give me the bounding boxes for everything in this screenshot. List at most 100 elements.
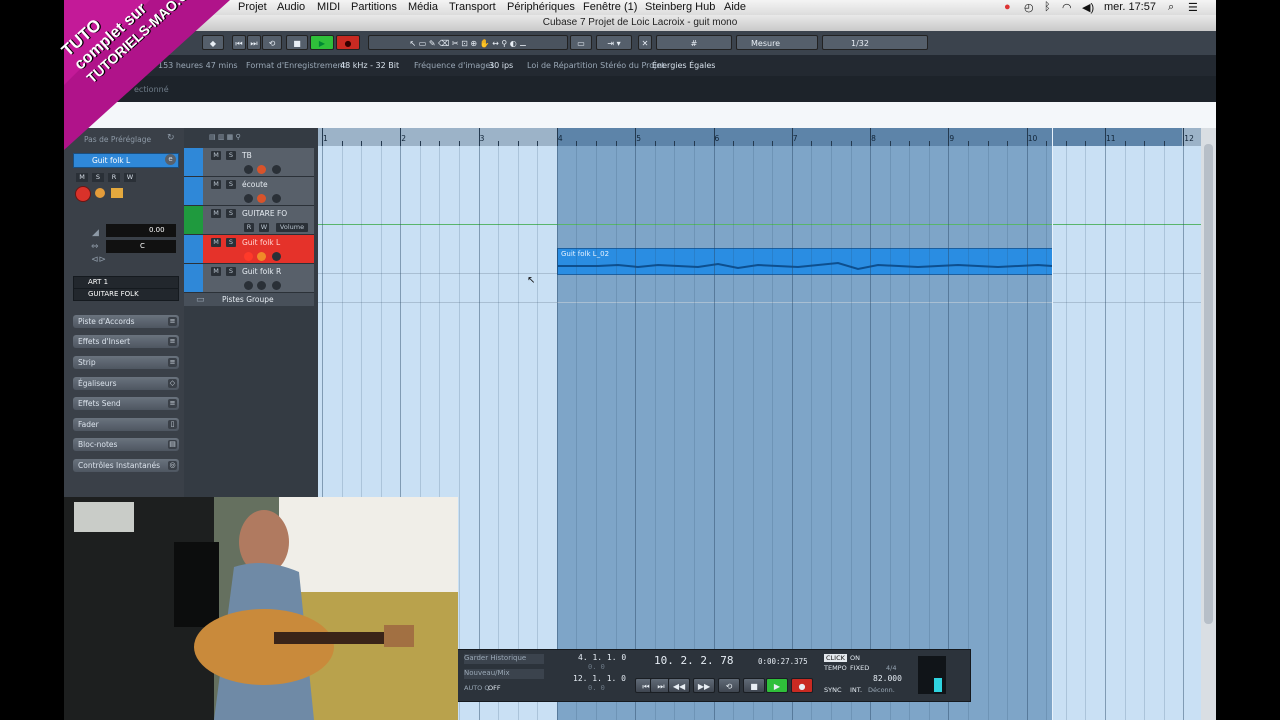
track-name[interactable]: TB [242, 151, 252, 160]
track-row[interactable]: M S TB [184, 148, 314, 177]
volume-fader[interactable] [106, 224, 176, 237]
play-button[interactable]: ▶ [310, 35, 334, 50]
edit-button[interactable] [272, 252, 281, 261]
write-button[interactable]: W [259, 223, 269, 232]
group-tracks-folder[interactable]: ▭ Pistes Groupe [184, 293, 314, 306]
read-button[interactable]: R [108, 173, 120, 182]
stop-button[interactable]: ■ [743, 678, 765, 693]
monitor-button[interactable] [257, 165, 266, 174]
record-enable-button[interactable] [244, 281, 253, 290]
fast-forward-button[interactable]: ▶▶ [693, 678, 715, 693]
solo-button[interactable]: S [226, 151, 236, 160]
record-enable-button[interactable] [75, 186, 91, 202]
track-row[interactable]: M S Guit folk R [184, 264, 314, 293]
clock[interactable]: mer. 17:57 [1104, 1, 1156, 13]
grid-button[interactable]: # [656, 35, 732, 50]
snap-button[interactable]: ✕ [638, 35, 652, 50]
mute-button[interactable]: M [211, 267, 221, 276]
track-row[interactable]: M S écoute [184, 177, 314, 206]
tool-palette[interactable]: ↖ ▭ ✎ ⌫ ✂ ⊡ ⊕ ✋ ↔ ⚲ ◐ ⚊ [368, 35, 568, 50]
scroll-thumb[interactable] [1204, 144, 1213, 624]
track-name[interactable]: GUITARE FO [242, 209, 287, 218]
overview-line[interactable] [64, 102, 1216, 129]
menu-midi[interactable]: MIDI [317, 1, 340, 13]
record-enable-button[interactable] [244, 194, 253, 203]
section-quick-controls[interactable]: Contrôles Instantanés ◎ [73, 459, 179, 472]
tempo-value[interactable]: 82.000 [873, 674, 902, 683]
menu-audio[interactable]: Audio [277, 1, 305, 13]
sync-mode[interactable]: INT. [850, 686, 862, 694]
record-button[interactable]: ● [336, 35, 360, 50]
solo-button[interactable]: S [92, 173, 104, 182]
edit-channel-icon[interactable]: e [165, 154, 176, 165]
timemachine-icon[interactable]: ◴ [1024, 1, 1034, 14]
vertical-scrollbar[interactable] [1201, 128, 1216, 720]
solo-button[interactable]: S [226, 180, 236, 189]
track-name[interactable]: Guit folk R [242, 267, 281, 276]
tempo-mode[interactable]: FIXED [850, 664, 869, 672]
menu-peripheriques[interactable]: Périphériques [507, 1, 575, 13]
lock-icon[interactable] [111, 188, 123, 198]
mute-button[interactable]: M [211, 238, 221, 247]
edit-button[interactable] [272, 281, 281, 290]
fps-value[interactable]: 30 ips [489, 61, 513, 70]
menu-partitions[interactable]: Partitions [351, 1, 397, 13]
edit-button[interactable] [272, 165, 281, 174]
sync-label[interactable]: SYNC [824, 686, 842, 694]
left-locator[interactable]: 4. 1. 1. 0 [578, 653, 626, 662]
section-insert-effects[interactable]: Effets d'Insert ≡ [73, 335, 179, 348]
snap-type-select[interactable]: Mesure [736, 35, 818, 50]
mute-button[interactable]: M [76, 173, 88, 182]
track-name[interactable]: écoute [242, 180, 268, 189]
menu-aide[interactable]: Aide [724, 1, 746, 13]
automation-line[interactable] [318, 224, 1201, 225]
edit-button[interactable] [272, 194, 281, 203]
monitor-button[interactable] [257, 252, 266, 261]
click-value[interactable]: ON [850, 654, 860, 662]
mute-button[interactable]: M [211, 209, 221, 218]
notification-center-icon[interactable]: ☰ [1188, 1, 1198, 14]
section-fader[interactable]: Fader ▯ [73, 418, 179, 431]
cycle-button[interactable]: ⟲ [262, 35, 282, 50]
goto-end-button[interactable]: ⏭ [247, 35, 261, 50]
time-signature[interactable]: 4/4 [886, 664, 896, 672]
goto-start-button[interactable]: ⏮ [232, 35, 246, 50]
menu-fenetre[interactable]: Fenêtre (1) [583, 1, 637, 13]
pan-law-value[interactable]: Énergies Égales [652, 61, 715, 70]
mute-button[interactable]: M [211, 180, 221, 189]
audio-event[interactable]: Guit folk L_02 [557, 248, 1053, 275]
ruler[interactable]: 1 2 3 4 5 6 7 8 9 10 11 12 [318, 128, 1201, 146]
color-tool-button[interactable]: ▭ [570, 35, 592, 50]
wifi-icon[interactable]: ◠ [1062, 1, 1072, 14]
monitor-button[interactable] [257, 281, 266, 290]
monitor-button[interactable] [257, 194, 266, 203]
cycle-mode-select[interactable]: Nouveau/Mix [464, 669, 544, 679]
solo-button[interactable]: S [226, 238, 236, 247]
section-equalizers[interactable]: Égaliseurs ◇ [73, 377, 179, 390]
record-enable-button[interactable] [244, 252, 253, 261]
record-format-value[interactable]: 48 kHz - 32 Bit [340, 61, 399, 70]
menu-media[interactable]: Média [408, 1, 438, 13]
track-name[interactable]: Guit folk L [242, 238, 280, 247]
stop-button[interactable]: ■ [286, 35, 308, 50]
record-mode-select[interactable]: Garder Historique [464, 654, 544, 664]
record-button[interactable]: ● [791, 678, 813, 693]
output-routing[interactable]: GUITARE FOLK [73, 288, 179, 301]
autoscroll-button[interactable]: ⇥ ▾ [596, 35, 632, 50]
track-row-selected[interactable]: M S Guit folk L [184, 235, 314, 264]
inspector-track-name[interactable]: Guit folk L [73, 153, 179, 168]
position-time[interactable]: 0:00:27.375 [758, 657, 808, 666]
autoq-value[interactable]: OFF [488, 684, 501, 692]
automation-parameter[interactable]: Volume [276, 223, 308, 232]
record-enable-button[interactable] [244, 165, 253, 174]
spotlight-icon[interactable]: ⌕ [1168, 1, 1174, 14]
click-label[interactable]: CLICK [824, 654, 847, 662]
right-locator[interactable]: 12. 1. 1. 0 [573, 674, 626, 683]
volume-icon[interactable]: ◀) [1082, 1, 1094, 14]
position-bars[interactable]: 10. 2. 2. 78 [654, 654, 733, 667]
track-row[interactable]: M S GUITARE FO R W Volume [184, 206, 314, 235]
section-send-effects[interactable]: Effets Send ≡ [73, 397, 179, 410]
read-button[interactable]: R [244, 223, 254, 232]
menu-projet[interactable]: Projet [238, 1, 267, 13]
play-button[interactable]: ▶ [766, 678, 788, 693]
